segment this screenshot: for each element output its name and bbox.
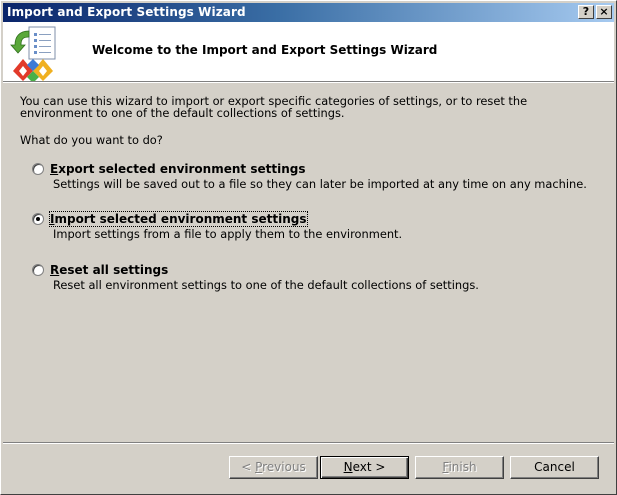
question-label: What do you want to do?: [20, 133, 163, 147]
finish-button[interactable]: Finish: [415, 456, 504, 479]
import-radio[interactable]: [32, 213, 44, 225]
wizard-header: Welcome to the Import and Export Setting…: [3, 22, 614, 81]
export-description: Settings will be saved out to a file so …: [53, 177, 587, 191]
import-export-settings-icon: [10, 26, 56, 81]
close-button[interactable]: ×: [596, 5, 612, 19]
import-label[interactable]: Import selected environment settings: [49, 211, 308, 227]
reset-label[interactable]: Reset all settings: [50, 263, 168, 277]
export-label[interactable]: Export selected environment settings: [50, 162, 305, 176]
import-description: Import settings from a file to apply the…: [53, 227, 403, 241]
help-button[interactable]: ?: [578, 5, 594, 19]
window-title: Import and Export Settings Wizard: [7, 5, 246, 19]
export-radio[interactable]: [32, 163, 44, 175]
footer-divider-highlight: [3, 443, 614, 444]
radio-selected-dot: [36, 217, 40, 221]
reset-radio[interactable]: [32, 264, 44, 276]
cancel-button[interactable]: Cancel: [510, 456, 599, 479]
reset-description: Reset all environment settings to one of…: [53, 278, 479, 292]
intro-line-2: environment to one of the default collec…: [20, 106, 345, 120]
wizard-window: Import and Export Settings Wizard ? × We…: [0, 0, 617, 495]
title-bar[interactable]: Import and Export Settings Wizard ? ×: [3, 3, 614, 22]
previous-button[interactable]: < Previous: [229, 456, 318, 479]
next-button[interactable]: Next >: [320, 456, 409, 479]
intro-text: You can use this wizard to import or exp…: [20, 95, 527, 119]
page-title: Welcome to the Import and Export Setting…: [92, 43, 438, 57]
header-divider-highlight: [3, 82, 614, 83]
